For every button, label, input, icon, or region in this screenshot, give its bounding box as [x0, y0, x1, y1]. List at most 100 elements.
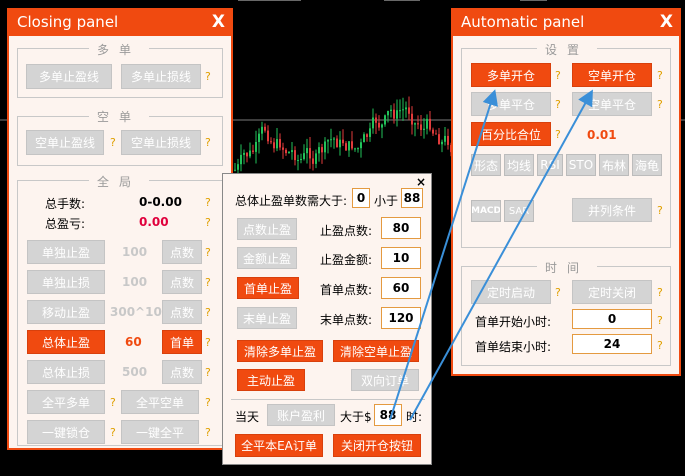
combined-help-icon[interactable]: ? — [657, 204, 663, 217]
point-take-profit-button[interactable]: 点数止盈 — [237, 218, 297, 240]
account-profit-button[interactable]: 账户盈利 — [267, 404, 335, 426]
manual-take-profit-button[interactable]: 主动止盈 — [237, 369, 305, 391]
rsi-indicator-button[interactable]: RSI — [537, 154, 563, 176]
chart-top-text-2: ⎯⎯⎯⎯⎯⎯⎯⎯ — [384, 0, 421, 6]
long-close-help-icon[interactable]: ? — [555, 98, 561, 111]
short-stop-loss-line-button[interactable]: 空单止损线 — [121, 130, 201, 155]
today-profit-input[interactable]: 88 — [374, 404, 402, 426]
close-short-help-icon[interactable]: ? — [205, 396, 211, 409]
single-sl-help-icon[interactable]: ? — [205, 276, 211, 289]
total-pl-help-icon[interactable]: ? — [205, 216, 211, 229]
timer-stop-button[interactable]: 定时关闭 — [572, 280, 652, 304]
single-take-profit-unit-button[interactable]: 点数 — [162, 240, 202, 264]
pattern-indicator-button[interactable]: 形态 — [471, 154, 501, 176]
long-open-help-icon[interactable]: ? — [555, 69, 561, 82]
sto-indicator-button[interactable]: STO — [566, 154, 596, 176]
first-points-input[interactable]: 60 — [381, 277, 421, 299]
amount-take-profit-button[interactable]: 金额止盈 — [237, 247, 297, 269]
total-lots-help-icon[interactable]: ? — [205, 196, 211, 209]
overall-tp-help-icon[interactable]: ? — [205, 336, 211, 349]
short-open-button[interactable]: 空单开仓 — [572, 63, 652, 87]
popup-divider — [231, 399, 425, 400]
first-end-hour-input[interactable]: 24 — [572, 334, 652, 354]
percent-value: 0.01 — [587, 128, 617, 142]
candle-body — [297, 160, 299, 162]
last-points-input[interactable]: 120 — [381, 307, 421, 329]
bidirectional-order-button[interactable]: 双向订单 — [351, 369, 419, 391]
turtle-indicator-button[interactable]: 海龟 — [632, 154, 662, 176]
closing-panel-close-icon[interactable]: X — [212, 10, 225, 34]
overall-stop-loss-button[interactable]: 总体止损 — [27, 360, 105, 384]
candle-body — [396, 110, 398, 119]
candle-body — [300, 158, 302, 161]
single-stop-loss-value: 100 — [122, 275, 148, 289]
short-close-button[interactable]: 空单平仓 — [572, 92, 652, 116]
candle-body — [243, 152, 245, 155]
last-points-label: 末单点数: — [320, 313, 373, 327]
automatic-panel-close-icon[interactable]: X — [660, 10, 673, 34]
one-click-close-all-button[interactable]: 一键全平 — [121, 420, 199, 444]
automatic-panel-titlebar[interactable]: Automatic panel X — [453, 10, 679, 36]
short-open-help-icon[interactable]: ? — [657, 69, 663, 82]
percent-close-help-icon[interactable]: ? — [555, 128, 561, 141]
single-tp-help-icon[interactable]: ? — [205, 246, 211, 259]
overall-stop-loss-unit-button[interactable]: 点数 — [162, 360, 202, 384]
close-long-help-icon[interactable]: ? — [110, 396, 116, 409]
point-tp-input[interactable]: 80 — [381, 217, 421, 239]
single-stop-loss-unit-button[interactable]: 点数 — [162, 270, 202, 294]
total-tp-max-input[interactable]: 88 — [401, 188, 423, 208]
lock-help-icon[interactable]: ? — [110, 426, 116, 439]
close-all-help-icon[interactable]: ? — [205, 426, 211, 439]
long-open-button[interactable]: 多单开仓 — [471, 63, 551, 87]
first-end-help-icon[interactable]: ? — [657, 339, 663, 352]
close-all-long-button[interactable]: 全平多单 — [27, 390, 105, 414]
candle-body — [390, 109, 392, 111]
long-stop-loss-line-button[interactable]: 多单止损线 — [121, 64, 201, 89]
percent-close-button[interactable]: 百分比合位 — [471, 122, 551, 146]
first-start-hour-input[interactable]: 0 — [572, 309, 652, 329]
last-order-take-profit-button[interactable]: 末单止盈 — [237, 307, 297, 329]
trailing-take-profit-button[interactable]: 移动止盈 — [27, 300, 105, 324]
candle-body — [345, 143, 347, 151]
macd-indicator-button[interactable]: MACD — [471, 200, 501, 222]
overall-take-profit-button[interactable]: 总体止盈 — [27, 330, 105, 354]
candle-body — [441, 141, 443, 145]
timer-start-button[interactable]: 定时启动 — [471, 280, 551, 304]
clear-long-tp-button[interactable]: 清除多单止盈 — [237, 340, 323, 362]
candle-body — [312, 158, 314, 164]
clear-short-tp-button[interactable]: 清除空单止盈 — [333, 340, 419, 362]
long-close-button[interactable]: 多单平仓 — [471, 92, 551, 116]
timer-start-help-icon[interactable]: ? — [555, 286, 561, 299]
sar-indicator-button[interactable]: SAR — [504, 200, 534, 222]
bollinger-indicator-button[interactable]: 布林 — [599, 154, 629, 176]
closing-panel-titlebar[interactable]: Closing panel X — [9, 10, 231, 36]
total-tp-min-input[interactable]: 0 — [352, 188, 370, 208]
one-click-lock-button[interactable]: 一键锁仓 — [27, 420, 105, 444]
timer-stop-help-icon[interactable]: ? — [657, 286, 663, 299]
trailing-tp-help-icon[interactable]: ? — [205, 306, 211, 319]
combined-conditions-button[interactable]: 并列条件 — [572, 198, 652, 222]
close-all-short-button[interactable]: 全平空单 — [121, 390, 199, 414]
overall-sl-help-icon[interactable]: ? — [205, 366, 211, 379]
popup-close-icon[interactable]: × — [416, 175, 426, 189]
single-stop-loss-button[interactable]: 单独止损 — [27, 270, 105, 294]
short-close-help-icon[interactable]: ? — [657, 98, 663, 111]
first-order-take-profit-button[interactable]: 首单止盈 — [237, 277, 299, 299]
first-start-help-icon[interactable]: ? — [657, 314, 663, 327]
trailing-take-profit-unit-button[interactable]: 点数 — [162, 300, 202, 324]
overall-stop-loss-value: 500 — [122, 365, 148, 379]
single-take-profit-button[interactable]: 单独止盈 — [27, 240, 105, 264]
total-pl-label: 总盈亏: — [45, 217, 86, 231]
short-tp-help-icon[interactable]: ? — [110, 136, 116, 149]
short-sl-help-icon[interactable]: ? — [205, 136, 211, 149]
short-take-profit-line-button[interactable]: 空单止盈线 — [26, 130, 104, 155]
ma-indicator-button[interactable]: 均线 — [504, 154, 534, 176]
long-help-icon[interactable]: ? — [205, 70, 211, 83]
overall-take-profit-unit-button[interactable]: 首单 — [162, 330, 202, 354]
candle-body — [378, 122, 380, 128]
close-all-ea-orders-button[interactable]: 全平本EA订单 — [235, 434, 323, 457]
long-take-profit-line-button[interactable]: 多单止盈线 — [26, 64, 112, 89]
amount-tp-input[interactable]: 10 — [381, 247, 421, 269]
candle-body — [267, 130, 269, 142]
close-open-buttons-button[interactable]: 关闭开仓按钮 — [333, 434, 421, 457]
